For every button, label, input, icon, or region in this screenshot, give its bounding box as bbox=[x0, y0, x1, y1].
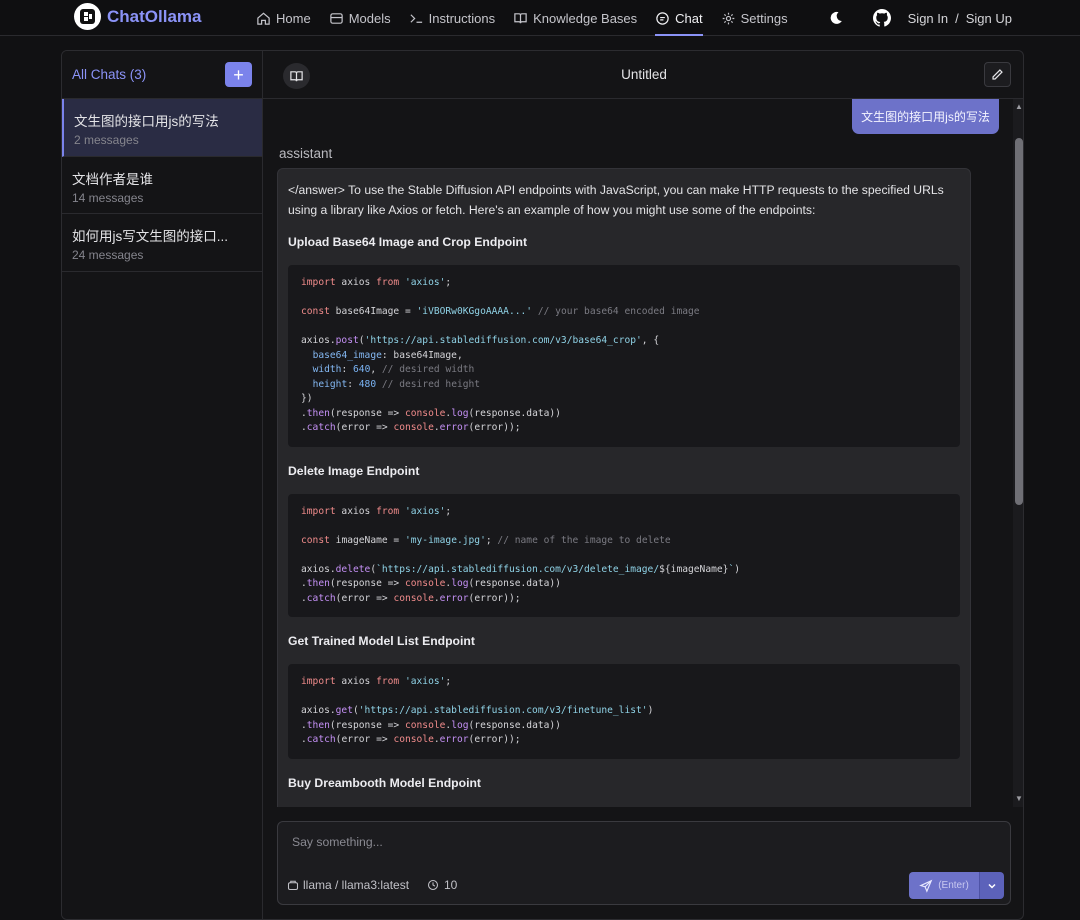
chat-item-title: 文档作者是谁 bbox=[72, 171, 153, 187]
main-nav: Home Models Instructions Knowledge Bases… bbox=[256, 0, 806, 36]
model-icon bbox=[287, 880, 299, 891]
top-navbar: ChatOllama Home Models Instructions Know… bbox=[0, 0, 1080, 36]
code-block: import axios from 'axios'; const imageNa… bbox=[288, 493, 960, 617]
send-options-button[interactable] bbox=[979, 872, 1004, 899]
brand-name: ChatOllama bbox=[107, 6, 202, 26]
nav-chat-label: Chat bbox=[675, 10, 703, 26]
code-block: import axios from 'axios'; const base64I… bbox=[288, 265, 960, 447]
chat-list-item[interactable]: 文生图的接口用js的写法 2 messages bbox=[62, 99, 262, 157]
sidebar-header: All Chats (3) + bbox=[62, 51, 262, 99]
section-heading: Delete Image Endpoint bbox=[288, 463, 420, 478]
auth-links: Sign In / Sign Up bbox=[908, 11, 1012, 26]
model-selector[interactable]: llama / llama3:latest bbox=[287, 878, 409, 892]
nav-right: Sign In / Sign Up bbox=[826, 0, 1012, 36]
chevron-down-icon bbox=[988, 883, 996, 889]
nav-instructions[interactable]: Instructions bbox=[409, 0, 495, 36]
database-icon bbox=[329, 12, 343, 24]
model-name: llama / llama3:latest bbox=[303, 878, 410, 892]
scroll-up-arrow[interactable]: ▲ bbox=[1015, 103, 1023, 111]
nav-models[interactable]: Models bbox=[329, 0, 391, 36]
user-message: 文生图的接口用js的写法 bbox=[852, 99, 999, 134]
assistant-message: </answer> To use the Stable Diffusion AP… bbox=[277, 168, 971, 807]
send-hint: (Enter) bbox=[938, 880, 969, 891]
section-heading: Get Trained Model List Endpoint bbox=[288, 634, 475, 648]
all-chats-title: All Chats (3) bbox=[72, 67, 147, 82]
chat-panel: All Chats (3) + 文生图的接口用js的写法 2 messages … bbox=[61, 50, 1024, 920]
nav-instructions-label: Instructions bbox=[428, 10, 496, 26]
auth-separator: / bbox=[955, 10, 959, 26]
messages-scrollbar[interactable]: ▲ ▼ bbox=[1013, 99, 1023, 807]
home-icon bbox=[257, 12, 270, 25]
section-heading: Buy Dreambooth Model Endpoint bbox=[288, 775, 481, 790]
github-link[interactable] bbox=[872, 8, 892, 28]
chat-main: Untitled 文生图的接口用js的写法 assistant </answer… bbox=[263, 51, 1023, 919]
chat-list-item[interactable]: 文档作者是谁 14 messages bbox=[62, 157, 262, 214]
user-message-text: 文生图的接口用js的写法 bbox=[861, 110, 990, 124]
assistant-role-label: assistant bbox=[279, 146, 333, 161]
pencil-icon bbox=[992, 69, 1003, 80]
nav-home-label: Home bbox=[276, 10, 311, 26]
new-chat-button[interactable]: + bbox=[225, 62, 252, 87]
section-heading: Upload Base64 Image and Crop Endpoint bbox=[288, 235, 528, 249]
terminal-icon bbox=[410, 13, 422, 23]
github-icon bbox=[872, 9, 891, 27]
plus-icon: + bbox=[233, 64, 244, 85]
logo-icon bbox=[74, 3, 101, 30]
assistant-intro: </answer> To use the Stable Diffusion AP… bbox=[288, 183, 944, 217]
nav-home[interactable]: Home bbox=[256, 0, 311, 36]
scroll-down-arrow[interactable]: ▼ bbox=[1015, 795, 1023, 803]
nav-settings[interactable]: Settings bbox=[721, 0, 788, 36]
chat-list-item[interactable]: 如何用js写文生图的接口... 24 messages bbox=[62, 214, 262, 272]
theme-toggle[interactable] bbox=[826, 8, 846, 28]
moon-icon bbox=[830, 11, 842, 24]
chat-item-title: 如何用js写文生图的接口... bbox=[72, 229, 229, 244]
send-button-group: (Enter) bbox=[909, 872, 1004, 899]
scroll-thumb[interactable] bbox=[1015, 138, 1023, 505]
sign-up-link[interactable]: Sign Up bbox=[966, 11, 1012, 26]
message-composer: llama / llama3:latest 10 (Enter) bbox=[277, 821, 1011, 905]
send-icon bbox=[919, 879, 933, 893]
chat-sidebar: All Chats (3) + 文生图的接口用js的写法 2 messages … bbox=[62, 51, 263, 919]
chat-title: Untitled bbox=[621, 67, 667, 82]
chat-bubble-icon bbox=[656, 11, 669, 25]
book-open-icon bbox=[514, 12, 527, 23]
nav-models-label: Models bbox=[348, 10, 391, 26]
nav-knowledge-bases[interactable]: Knowledge Bases bbox=[513, 0, 637, 36]
message-list: 文生图的接口用js的写法 assistant </answer> To use … bbox=[263, 99, 1023, 807]
chat-item-count: 2 messages bbox=[74, 133, 139, 147]
chat-item-count: 14 messages bbox=[72, 190, 144, 205]
nav-settings-label: Settings bbox=[740, 10, 788, 26]
chat-item-title: 文生图的接口用js的写法 bbox=[74, 114, 219, 129]
history-icon bbox=[427, 879, 439, 891]
brand-logo[interactable]: ChatOllama bbox=[74, 3, 201, 30]
send-button[interactable]: (Enter) bbox=[909, 872, 979, 899]
chat-header: Untitled bbox=[263, 51, 1023, 99]
code-block: import axios from 'axios'; axios.get('ht… bbox=[288, 664, 960, 759]
gear-icon bbox=[722, 12, 734, 24]
message-input[interactable] bbox=[292, 835, 892, 849]
chat-item-count: 24 messages bbox=[72, 248, 144, 262]
nav-chat[interactable]: Chat bbox=[655, 0, 704, 36]
nav-knowledge-bases-label: Knowledge Bases bbox=[533, 10, 638, 26]
context-count: 10 bbox=[444, 878, 458, 892]
edit-title-button[interactable] bbox=[984, 62, 1011, 87]
context-history-selector[interactable]: 10 bbox=[427, 878, 457, 892]
sign-in-link[interactable]: Sign In bbox=[908, 11, 948, 26]
